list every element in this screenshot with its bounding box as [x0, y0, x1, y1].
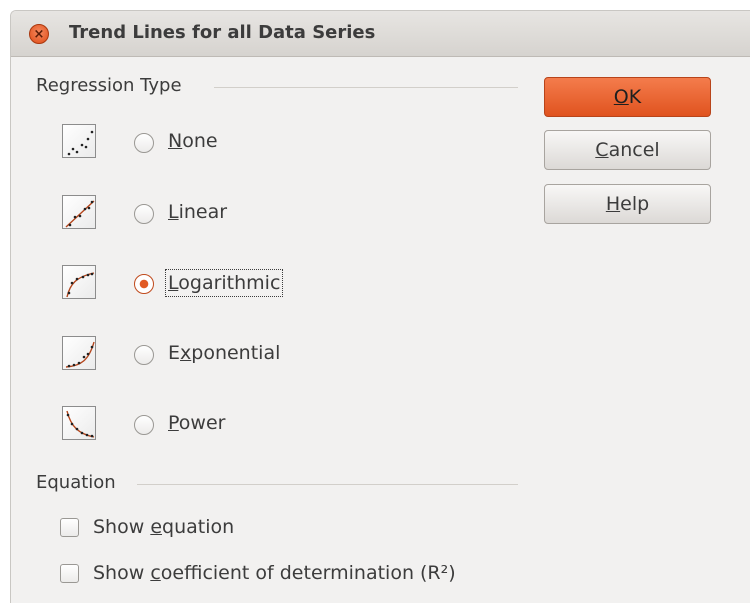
trend-lines-dialog: × Trend Lines for all Data Series Regres…	[10, 10, 750, 603]
label-power[interactable]: Power	[168, 412, 225, 434]
radio-power[interactable]	[134, 415, 154, 435]
title-bar: × Trend Lines for all Data Series	[11, 11, 750, 57]
ok-button[interactable]: OK	[544, 77, 711, 117]
show-r2-checkbox[interactable]	[60, 564, 79, 583]
help-button[interactable]: Help	[544, 184, 711, 224]
close-icon[interactable]: ×	[29, 24, 49, 44]
regression-type-divider	[214, 87, 518, 88]
radio-exponential[interactable]	[134, 345, 154, 365]
none-trend-icon	[62, 124, 96, 158]
label-linear[interactable]: Linear	[168, 201, 227, 223]
dialog-title: Trend Lines for all Data Series	[69, 22, 376, 43]
label-exponential[interactable]: Exponential	[168, 342, 280, 364]
power-trend-icon	[62, 406, 96, 440]
show-r2-label[interactable]: Show coefficient of determination (R²)	[93, 562, 456, 584]
radio-logarithmic[interactable]	[134, 274, 154, 294]
show-equation-label[interactable]: Show equation	[93, 516, 234, 538]
show-equation-checkbox[interactable]	[60, 518, 79, 537]
equation-divider	[137, 484, 518, 485]
exponential-trend-icon	[62, 336, 96, 370]
linear-trend-icon	[62, 195, 96, 229]
cancel-button[interactable]: Cancel	[544, 130, 711, 170]
label-none[interactable]: None	[168, 130, 218, 152]
regression-type-heading: Regression Type	[36, 75, 182, 96]
radio-none[interactable]	[134, 133, 154, 153]
label-logarithmic[interactable]: Logarithmic	[164, 269, 284, 297]
radio-linear[interactable]	[134, 204, 154, 224]
logarithmic-trend-icon	[62, 265, 96, 299]
equation-heading: Equation	[36, 472, 116, 493]
